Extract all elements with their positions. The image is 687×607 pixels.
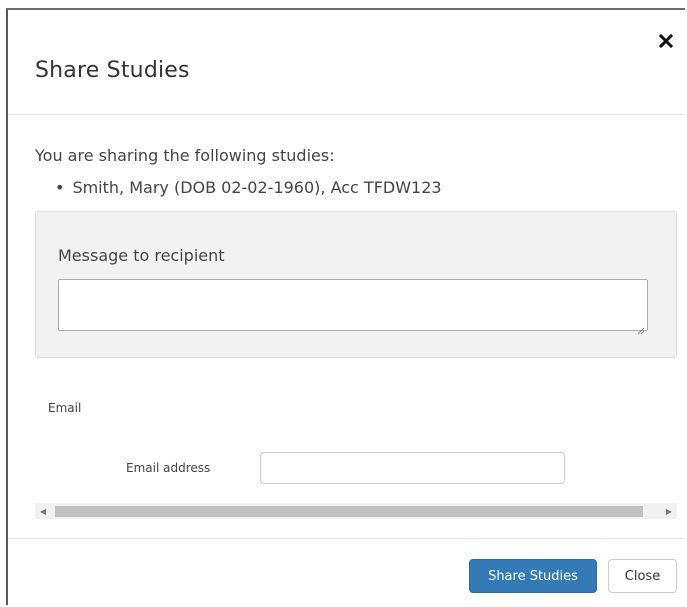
email-address-label: Email address xyxy=(126,461,211,475)
dialog-title: Share Studies xyxy=(35,58,190,83)
message-label: Message to recipient xyxy=(58,246,225,265)
message-textarea[interactable] xyxy=(58,279,648,331)
message-panel: Message to recipient xyxy=(35,211,677,358)
sharing-intro-text: You are sharing the following studies: xyxy=(35,146,335,165)
share-studies-dialog: Share Studies You are sharing the follow… xyxy=(6,8,685,605)
study-item: Smith, Mary (DOB 02-02-1960), Acc TFDW12… xyxy=(55,178,441,197)
scrollbar-thumb[interactable] xyxy=(55,506,643,517)
scroll-right-arrow-icon[interactable]: ▶ xyxy=(661,503,677,519)
close-button[interactable]: Close xyxy=(608,559,677,593)
scroll-left-arrow-icon[interactable]: ◀ xyxy=(35,503,51,519)
study-list: Smith, Mary (DOB 02-02-1960), Acc TFDW12… xyxy=(55,178,441,197)
share-studies-button[interactable]: Share Studies xyxy=(469,559,597,593)
dialog-footer: Share Studies Close xyxy=(8,538,685,605)
dialog-header: Share Studies xyxy=(8,10,685,115)
email-section-label: Email xyxy=(48,401,82,415)
email-address-input[interactable] xyxy=(260,452,565,484)
horizontal-scrollbar[interactable]: ◀ ▶ xyxy=(35,503,677,519)
close-icon[interactable] xyxy=(657,32,675,50)
resize-grip-icon[interactable] xyxy=(636,320,645,335)
